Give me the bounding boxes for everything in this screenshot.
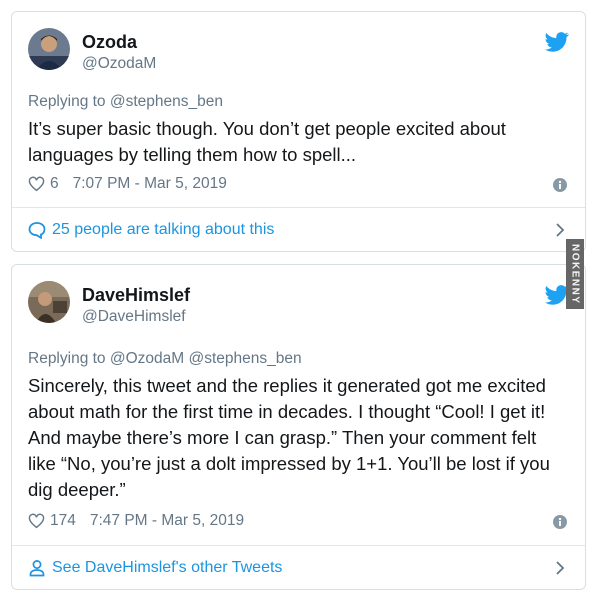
other-tweets-link[interactable]: See DaveHimslef's other Tweets: [28, 555, 569, 581]
user-handle[interactable]: @OzodaM: [82, 55, 156, 73]
replying-to: Replying to @OzodaM @stephens_ben: [28, 350, 302, 367]
person-icon: [29, 560, 45, 577]
tweet-text-line: dig deeper.”: [28, 479, 126, 500]
tweet-text-line: Sincerely, this tweet and the replies it…: [28, 375, 546, 396]
display-name[interactable]: DaveHimslef: [82, 285, 190, 306]
avatar[interactable]: [28, 28, 70, 70]
other-tweets-link-label[interactable]: See DaveHimslef's other Tweets: [52, 559, 282, 577]
tweet-text: Sincerely, this tweet and the replies it…: [28, 373, 573, 503]
tweet-text: It’s super basic though. You don’t get p…: [28, 116, 573, 168]
divider: [12, 545, 585, 546]
tweet-card-davehimslef[interactable]: DaveHimslef @DaveHimslef Replying to @Oz…: [11, 264, 586, 590]
divider: [12, 207, 585, 208]
chevron-right-icon[interactable]: [555, 561, 565, 575]
heart-icon[interactable]: [28, 176, 45, 192]
twitter-bird-icon[interactable]: [545, 32, 569, 52]
info-icon[interactable]: [553, 515, 567, 529]
tweet-meta: 174 7:47 PM - Mar 5, 2019: [28, 512, 244, 530]
tweet-text-line: like “No, you’re just a dolt impressed b…: [28, 453, 550, 474]
user-handle[interactable]: @DaveHimslef: [82, 308, 186, 326]
tweet-text-line: languages by telling them how to spell..…: [28, 144, 357, 165]
like-count[interactable]: 174: [50, 512, 76, 530]
info-icon[interactable]: [553, 178, 567, 192]
avatar[interactable]: [28, 281, 70, 323]
conversation-link[interactable]: 25 people are talking about this: [28, 217, 569, 243]
tweet-text-line: It’s super basic though. You don’t get p…: [28, 118, 506, 139]
tweet-text-line: And maybe there’s more I can grasp.” The…: [28, 427, 537, 448]
conversation-link-label[interactable]: 25 people are talking about this: [52, 221, 274, 239]
speech-bubble-icon: [28, 222, 46, 239]
tweet-meta: 6 7:07 PM - Mar 5, 2019: [28, 175, 227, 193]
display-name[interactable]: Ozoda: [82, 32, 137, 53]
tweet-text-line: about math for the first time in decades…: [28, 401, 546, 422]
timestamp[interactable]: 7:07 PM - Mar 5, 2019: [73, 175, 227, 193]
like-count[interactable]: 6: [50, 175, 59, 193]
timestamp[interactable]: 7:47 PM - Mar 5, 2019: [90, 512, 244, 530]
watermark: NOKENNY: [566, 239, 584, 309]
chevron-right-icon[interactable]: [555, 223, 565, 237]
tweet-card-ozoda[interactable]: Ozoda @OzodaM Replying to @stephens_ben …: [11, 11, 586, 252]
heart-icon[interactable]: [28, 513, 45, 529]
replying-to: Replying to @stephens_ben: [28, 93, 223, 110]
